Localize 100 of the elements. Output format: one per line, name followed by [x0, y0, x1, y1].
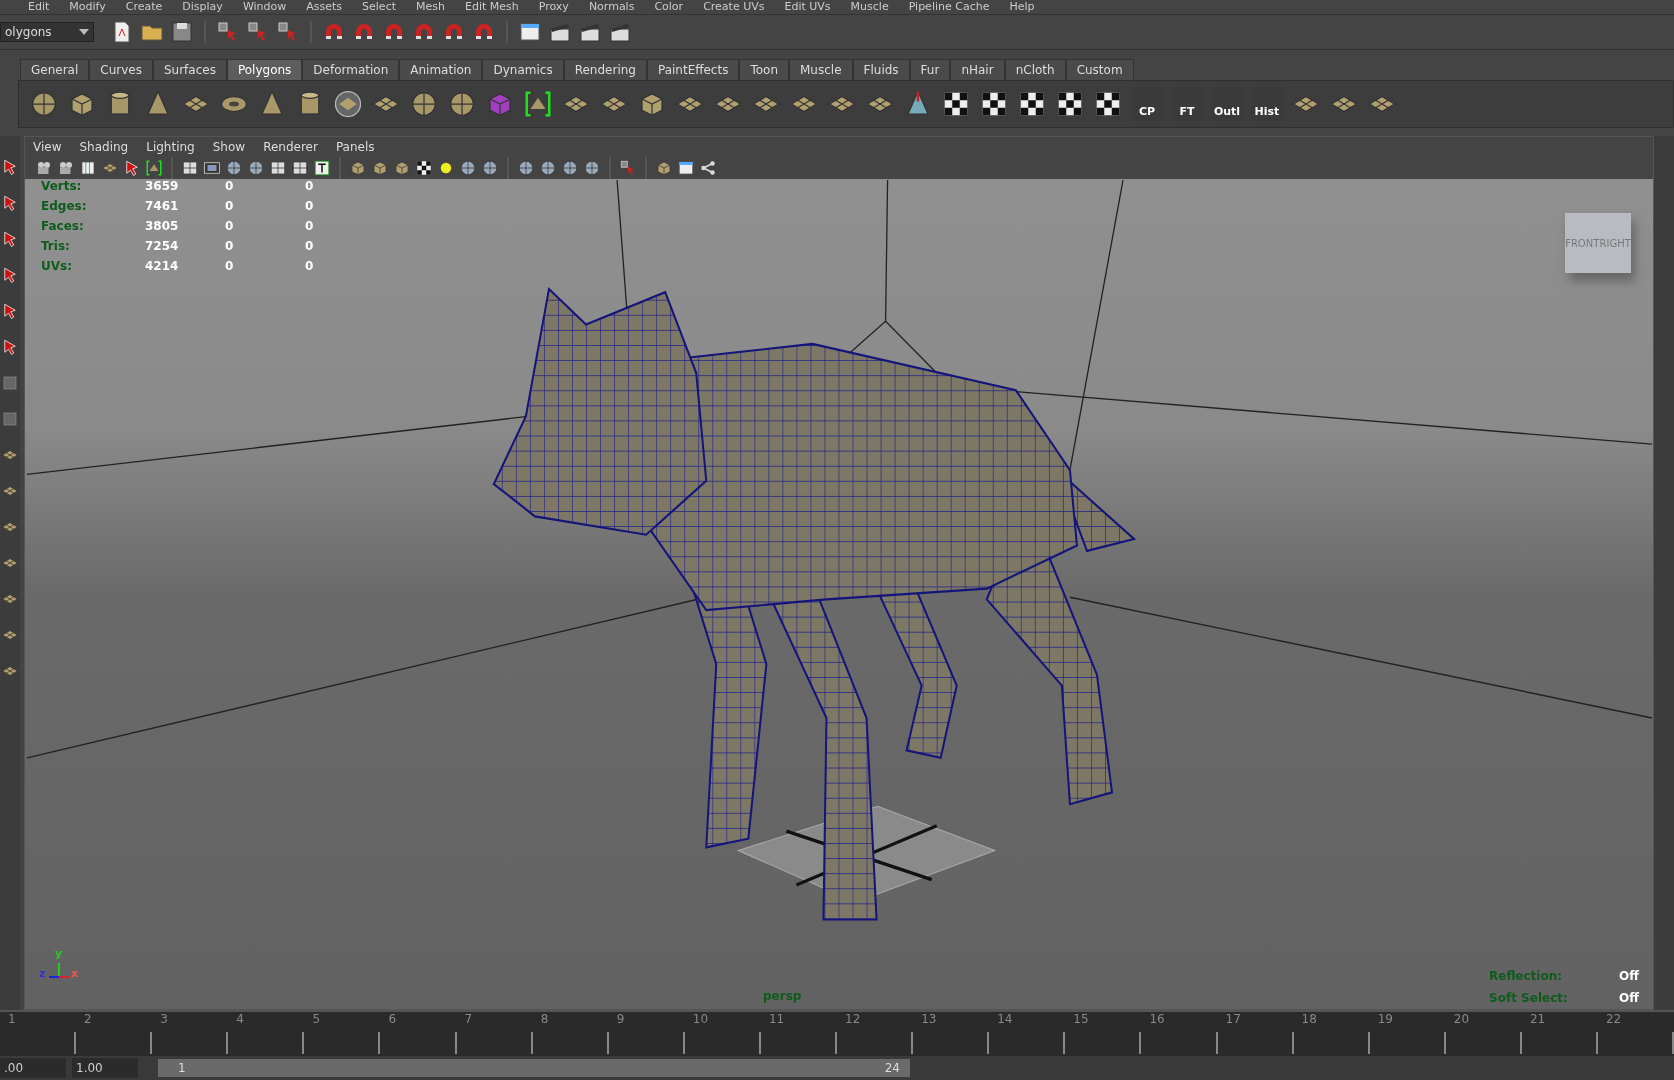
shelf-tab[interactable]: Animation [399, 59, 483, 80]
sphere-icon[interactable] [561, 159, 579, 177]
viewport[interactable]: Verts: 3659 0 0 Edges: 7461 0 0 Faces: 3805 0 0 Tris: 7254 0 0 UVs: 4214 0 0 FRONTRIGHT y z x persp Reflection: Off Soft Select: Off [25, 179, 1653, 1009]
menu-item[interactable]: Edit UVs [784, 0, 831, 14]
cube-icon[interactable] [393, 159, 411, 177]
menu-item[interactable]: Window [242, 0, 287, 14]
panel-menu-item[interactable]: Panels [335, 140, 375, 154]
shelf-tab[interactable]: Curves [89, 59, 153, 80]
panel-menu-item[interactable]: Renderer [263, 140, 318, 154]
window-icon[interactable] [518, 20, 542, 44]
sphere-icon[interactable] [225, 159, 243, 177]
panel-menu-item[interactable]: Lighting [146, 140, 195, 154]
shelf-tab[interactable]: Dynamics [482, 59, 564, 80]
menu-item[interactable]: Create UVs [703, 0, 765, 14]
frame-number: 6 [388, 1012, 397, 1026]
shelf-tab[interactable]: Surfaces [152, 59, 227, 80]
sphere-icon[interactable] [539, 159, 557, 177]
shelf-tab[interactable]: Muscle [789, 59, 853, 80]
frame-ruler[interactable]: 1 2 3 4 5 6 7 8 9 10 11 12 13 14 15 16 17 18 19 20 21 22 [0, 1010, 1674, 1056]
grid-icon[interactable] [291, 159, 309, 177]
arrow-icon[interactable] [1, 230, 19, 248]
current-time-field[interactable]: 1.00 [72, 1058, 138, 1078]
shelf-tab[interactable]: nHair [950, 59, 1005, 80]
camera-icon[interactable] [35, 159, 53, 177]
cube-icon[interactable] [349, 159, 367, 177]
checker-icon[interactable] [415, 159, 433, 177]
frame-number: 7 [464, 1012, 473, 1026]
shelf-tab[interactable]: General [20, 59, 90, 80]
shelf-tab[interactable]: Deformation [302, 59, 400, 80]
panel-menu-item[interactable]: Show [212, 140, 246, 154]
arrow-icon[interactable] [1, 194, 19, 212]
menu-item[interactable]: Help [1009, 0, 1035, 14]
start-time-field[interactable]: .00 [0, 1058, 66, 1078]
frame-range-bar[interactable]: 1 24 [158, 1059, 910, 1077]
arrow-icon[interactable] [1, 158, 19, 176]
menu-item[interactable]: Color [654, 0, 684, 14]
sphere-icon[interactable] [409, 89, 439, 119]
menu-item[interactable]: Pipeline Cache [908, 0, 990, 14]
sphere-icon[interactable] [447, 89, 477, 119]
text-icon[interactable] [313, 159, 331, 177]
select-icon[interactable] [619, 159, 637, 177]
camera-icon[interactable] [57, 159, 75, 177]
frame-number: 17 [1225, 1012, 1241, 1026]
stat-label: Edges: [41, 199, 88, 213]
menu-item[interactable]: Modify [69, 0, 106, 14]
stat-label: Faces: [41, 219, 85, 233]
share-icon[interactable] [699, 159, 717, 177]
menu-item[interactable]: Muscle [850, 0, 889, 14]
sphere-icon[interactable] [247, 159, 265, 177]
axis-label: y [55, 947, 63, 960]
bracket-icon[interactable] [145, 159, 163, 177]
mode-dropdown[interactable]: olygons [0, 22, 94, 42]
frame-number: 15 [1073, 1012, 1089, 1026]
frame-number: 2 [84, 1012, 92, 1026]
menu-item[interactable]: Assets [306, 0, 343, 14]
sphere-icon[interactable] [517, 159, 535, 177]
save-icon[interactable] [170, 20, 194, 44]
shelf-tab[interactable]: nCloth [1004, 59, 1066, 80]
menu-item[interactable]: Mesh [416, 0, 445, 14]
grid-icon[interactable] [181, 159, 199, 177]
cube-icon[interactable] [371, 159, 389, 177]
window-icon[interactable] [677, 159, 695, 177]
grid-icon[interactable] [269, 159, 287, 177]
menu-item[interactable]: Select [362, 0, 396, 14]
bracket-icon[interactable] [523, 89, 553, 119]
film-icon[interactable] [203, 159, 221, 177]
menu-item[interactable]: Create [125, 0, 163, 14]
shelf-tab[interactable]: Toon [739, 59, 789, 80]
stat-value: 7254 [145, 239, 180, 253]
arrow-icon[interactable] [1, 338, 19, 356]
frame-number: 19 [1377, 1012, 1393, 1026]
shelf-tab[interactable]: Fur [909, 59, 951, 80]
menu-item[interactable]: Proxy [538, 0, 569, 14]
hud-label: Soft Select: [1489, 991, 1569, 1005]
sphere-icon[interactable] [583, 159, 601, 177]
shelf-tab[interactable]: Polygons [226, 59, 303, 80]
axis-icon [47, 961, 71, 981]
menu-item[interactable]: Display [182, 0, 223, 14]
menu-item[interactable]: Normals [588, 0, 635, 14]
sphere-icon[interactable] [481, 159, 499, 177]
shelf-tab[interactable]: Fluids [852, 59, 910, 80]
frame-number: 16 [1149, 1012, 1165, 1026]
frame-number: 22 [1605, 1012, 1622, 1026]
sphere-icon[interactable] [459, 159, 477, 177]
stat-value: 0 [305, 199, 315, 213]
menu-item[interactable]: Edit [28, 0, 50, 14]
sphere-icon[interactable] [29, 89, 59, 119]
panel-menu-item[interactable]: Shading [79, 140, 129, 154]
frame-number: 21 [1529, 1012, 1546, 1026]
shelf-tab[interactable]: PaintEffects [646, 59, 740, 80]
frame-number: 12 [845, 1012, 861, 1026]
arrow-icon[interactable] [1, 302, 19, 320]
shelf-tab[interactable]: Custom [1065, 59, 1134, 80]
frame-number: 5 [312, 1012, 320, 1026]
arrow-icon[interactable] [1, 266, 19, 284]
shelf-tab[interactable]: Rendering [563, 59, 647, 80]
arrow-icon[interactable] [123, 159, 141, 177]
cube-icon[interactable] [655, 159, 673, 177]
menu-item[interactable]: Edit Mesh [464, 0, 519, 14]
panel-menu-item[interactable]: View [33, 140, 62, 154]
